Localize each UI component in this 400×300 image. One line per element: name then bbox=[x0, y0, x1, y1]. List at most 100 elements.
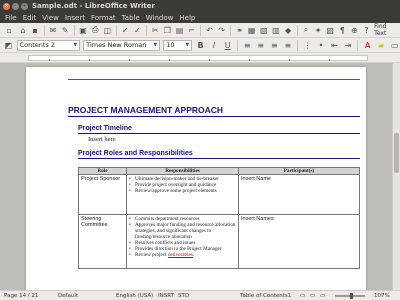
timeline-placeholder[interactable]: Insert here bbox=[88, 136, 116, 143]
chevron-down-icon: ▼ bbox=[185, 42, 190, 48]
menu-view[interactable]: View bbox=[39, 14, 62, 22]
minimize-icon[interactable]: – bbox=[12, 2, 19, 10]
document-page[interactable]: PROJECT MANAGEMENT APPROACH Project Time… bbox=[26, 67, 366, 290]
align-left-icon[interactable]: ≡ bbox=[242, 40, 253, 51]
list-item-text: Review project bbox=[135, 252, 168, 258]
italic-icon[interactable]: I bbox=[209, 40, 220, 51]
page-indicator[interactable]: Page 14 / 21 bbox=[4, 293, 38, 299]
undo-icon[interactable]: ↶ bbox=[205, 25, 214, 36]
numbering-icon[interactable]: ⋮ bbox=[302, 40, 313, 51]
header-line bbox=[68, 79, 360, 80]
align-right-icon[interactable]: ≡ bbox=[269, 40, 280, 51]
deliverables-link[interactable]: deliverables bbox=[168, 252, 193, 258]
autocorrect-icon[interactable]: ✓ bbox=[133, 25, 142, 36]
increase-indent-icon[interactable]: ⇥ bbox=[343, 40, 354, 51]
font-color-icon[interactable]: A bbox=[362, 40, 373, 51]
header-role: Role bbox=[78, 167, 127, 175]
table-row: Steering Committee Commits department re… bbox=[78, 214, 360, 269]
document-heading[interactable]: PROJECT MANAGEMENT APPROACH bbox=[68, 105, 360, 117]
role-cell[interactable]: Project Sponsor bbox=[78, 174, 127, 215]
document-workspace[interactable]: PROJECT MANAGEMENT APPROACH Project Time… bbox=[0, 63, 392, 290]
zoom-slider-knob[interactable] bbox=[350, 293, 353, 299]
participants-cell[interactable]: Insert Name bbox=[238, 174, 360, 215]
horizontal-ruler[interactable] bbox=[0, 53, 400, 63]
header-responsibilities: Responsibilities bbox=[126, 167, 239, 175]
list-item: Approves major funding and resource allo… bbox=[129, 222, 236, 240]
menu-help[interactable]: Help bbox=[176, 14, 198, 22]
find-replace-icon[interactable]: ⌕ bbox=[301, 25, 310, 36]
menu-window[interactable]: Window bbox=[143, 14, 177, 22]
clone-format-icon[interactable]: ⌐ bbox=[187, 25, 196, 36]
navigator-icon[interactable]: ✦ bbox=[314, 25, 323, 36]
maximize-icon[interactable]: + bbox=[21, 2, 28, 10]
align-center-icon[interactable]: ≡ bbox=[255, 40, 266, 51]
find-text-label[interactable]: Find Text bbox=[374, 23, 400, 37]
menu-insert[interactable]: Insert bbox=[62, 14, 88, 22]
language-indicator[interactable]: English (USA) bbox=[116, 293, 153, 299]
copy-icon[interactable]: ❐ bbox=[163, 25, 172, 36]
cut-icon[interactable]: ✂ bbox=[151, 25, 160, 36]
roles-table[interactable]: Role Responsibilities Participant(s) Pro… bbox=[78, 167, 360, 269]
print-preview-icon[interactable]: ◫ bbox=[103, 25, 112, 36]
responsibilities-cell[interactable]: Commits department resources Approves ma… bbox=[126, 214, 239, 269]
print-icon[interactable]: ⎙ bbox=[91, 25, 100, 36]
table-header-row: Role Responsibilities Participant(s) bbox=[78, 167, 360, 175]
justify-icon[interactable]: ≡ bbox=[283, 40, 294, 51]
section-heading-roles[interactable]: Project Roles and Responsibilities bbox=[78, 150, 360, 159]
styles-icon[interactable]: ◩ bbox=[3, 40, 14, 51]
draw-functions-icon[interactable]: ◆ bbox=[283, 25, 292, 36]
bold-icon[interactable]: B bbox=[195, 40, 206, 51]
table-icon[interactable]: ▦ bbox=[247, 25, 256, 36]
export-pdf-icon[interactable]: ▣ bbox=[79, 25, 88, 36]
paste-icon[interactable]: ▤ bbox=[175, 25, 184, 36]
redo-icon[interactable]: ↷ bbox=[217, 25, 226, 36]
paragraph-style-select[interactable]: Contents 2 ▼ bbox=[16, 39, 81, 51]
email-icon[interactable]: ✉ bbox=[48, 25, 57, 36]
image-icon[interactable]: ▧ bbox=[259, 25, 268, 36]
view-layout-icon[interactable]: ▭ bbox=[300, 293, 305, 299]
multi-page-icon[interactable]: ▭ bbox=[310, 293, 315, 299]
zoom-level[interactable]: 107% bbox=[374, 293, 390, 299]
section-heading-timeline[interactable]: Project Timeline bbox=[78, 125, 360, 134]
chevron-down-icon: ▼ bbox=[153, 42, 158, 48]
list-item: Review project deliverables. bbox=[129, 252, 236, 258]
menu-edit[interactable]: Edit bbox=[20, 14, 40, 22]
bullets-icon[interactable]: • bbox=[316, 40, 327, 51]
zoom-icon[interactable]: ⊕ bbox=[350, 25, 359, 36]
highlight-icon[interactable]: ▰ bbox=[376, 40, 387, 51]
page-style[interactable]: Default bbox=[58, 293, 78, 299]
background-color-icon[interactable]: ▭ bbox=[389, 40, 400, 51]
scrollbar-thumb[interactable] bbox=[394, 133, 399, 173]
underline-icon[interactable]: U bbox=[222, 40, 233, 51]
hyperlink-icon[interactable]: ⚭ bbox=[235, 25, 244, 36]
header-participants: Participant(s) bbox=[238, 167, 360, 175]
spellcheck-icon[interactable]: ✓ bbox=[121, 25, 130, 36]
participants-cell[interactable]: Insert Names bbox=[238, 214, 360, 269]
gallery-icon[interactable]: ▨ bbox=[326, 25, 335, 36]
menu-format[interactable]: Format bbox=[88, 14, 119, 22]
vertical-scrollbar[interactable] bbox=[392, 63, 400, 290]
font-size-value: 10 bbox=[166, 41, 175, 49]
close-icon[interactable]: × bbox=[3, 2, 10, 10]
decrease-indent-icon[interactable]: ⇤ bbox=[329, 40, 340, 51]
responsibilities-cell[interactable]: Ultimate decision-maker and tie-breaker … bbox=[126, 174, 239, 215]
menu-file[interactable]: File bbox=[2, 14, 20, 22]
save-icon[interactable]: ▪ bbox=[31, 25, 40, 36]
edit-file-icon[interactable]: ✎ bbox=[61, 25, 70, 36]
list-item: Review/approve some project elements bbox=[129, 188, 236, 194]
open-icon[interactable]: ⌂ bbox=[18, 25, 27, 36]
new-document-icon[interactable]: ▫ bbox=[3, 25, 15, 36]
book-view-icon[interactable]: ▭ bbox=[320, 293, 325, 299]
font-size-select[interactable]: 10 ▼ bbox=[163, 39, 193, 51]
ruler-bar bbox=[28, 55, 368, 61]
chart-icon[interactable]: ▥ bbox=[271, 25, 280, 36]
responsibilities-list: Commits department resources Approves ma… bbox=[129, 216, 236, 258]
formatting-marks-icon[interactable]: ¶ bbox=[338, 25, 347, 36]
title-bar: × – + Sample.odt - LibreOffice Writer bbox=[0, 0, 400, 12]
insert-mode[interactable]: INSRT bbox=[158, 293, 174, 299]
help-icon[interactable]: ? bbox=[362, 25, 371, 36]
selection-mode[interactable]: STD bbox=[178, 293, 189, 299]
font-name-select[interactable]: Times New Roman ▼ bbox=[83, 39, 161, 51]
menu-table[interactable]: Table bbox=[119, 14, 143, 22]
role-cell[interactable]: Steering Committee bbox=[78, 214, 127, 269]
